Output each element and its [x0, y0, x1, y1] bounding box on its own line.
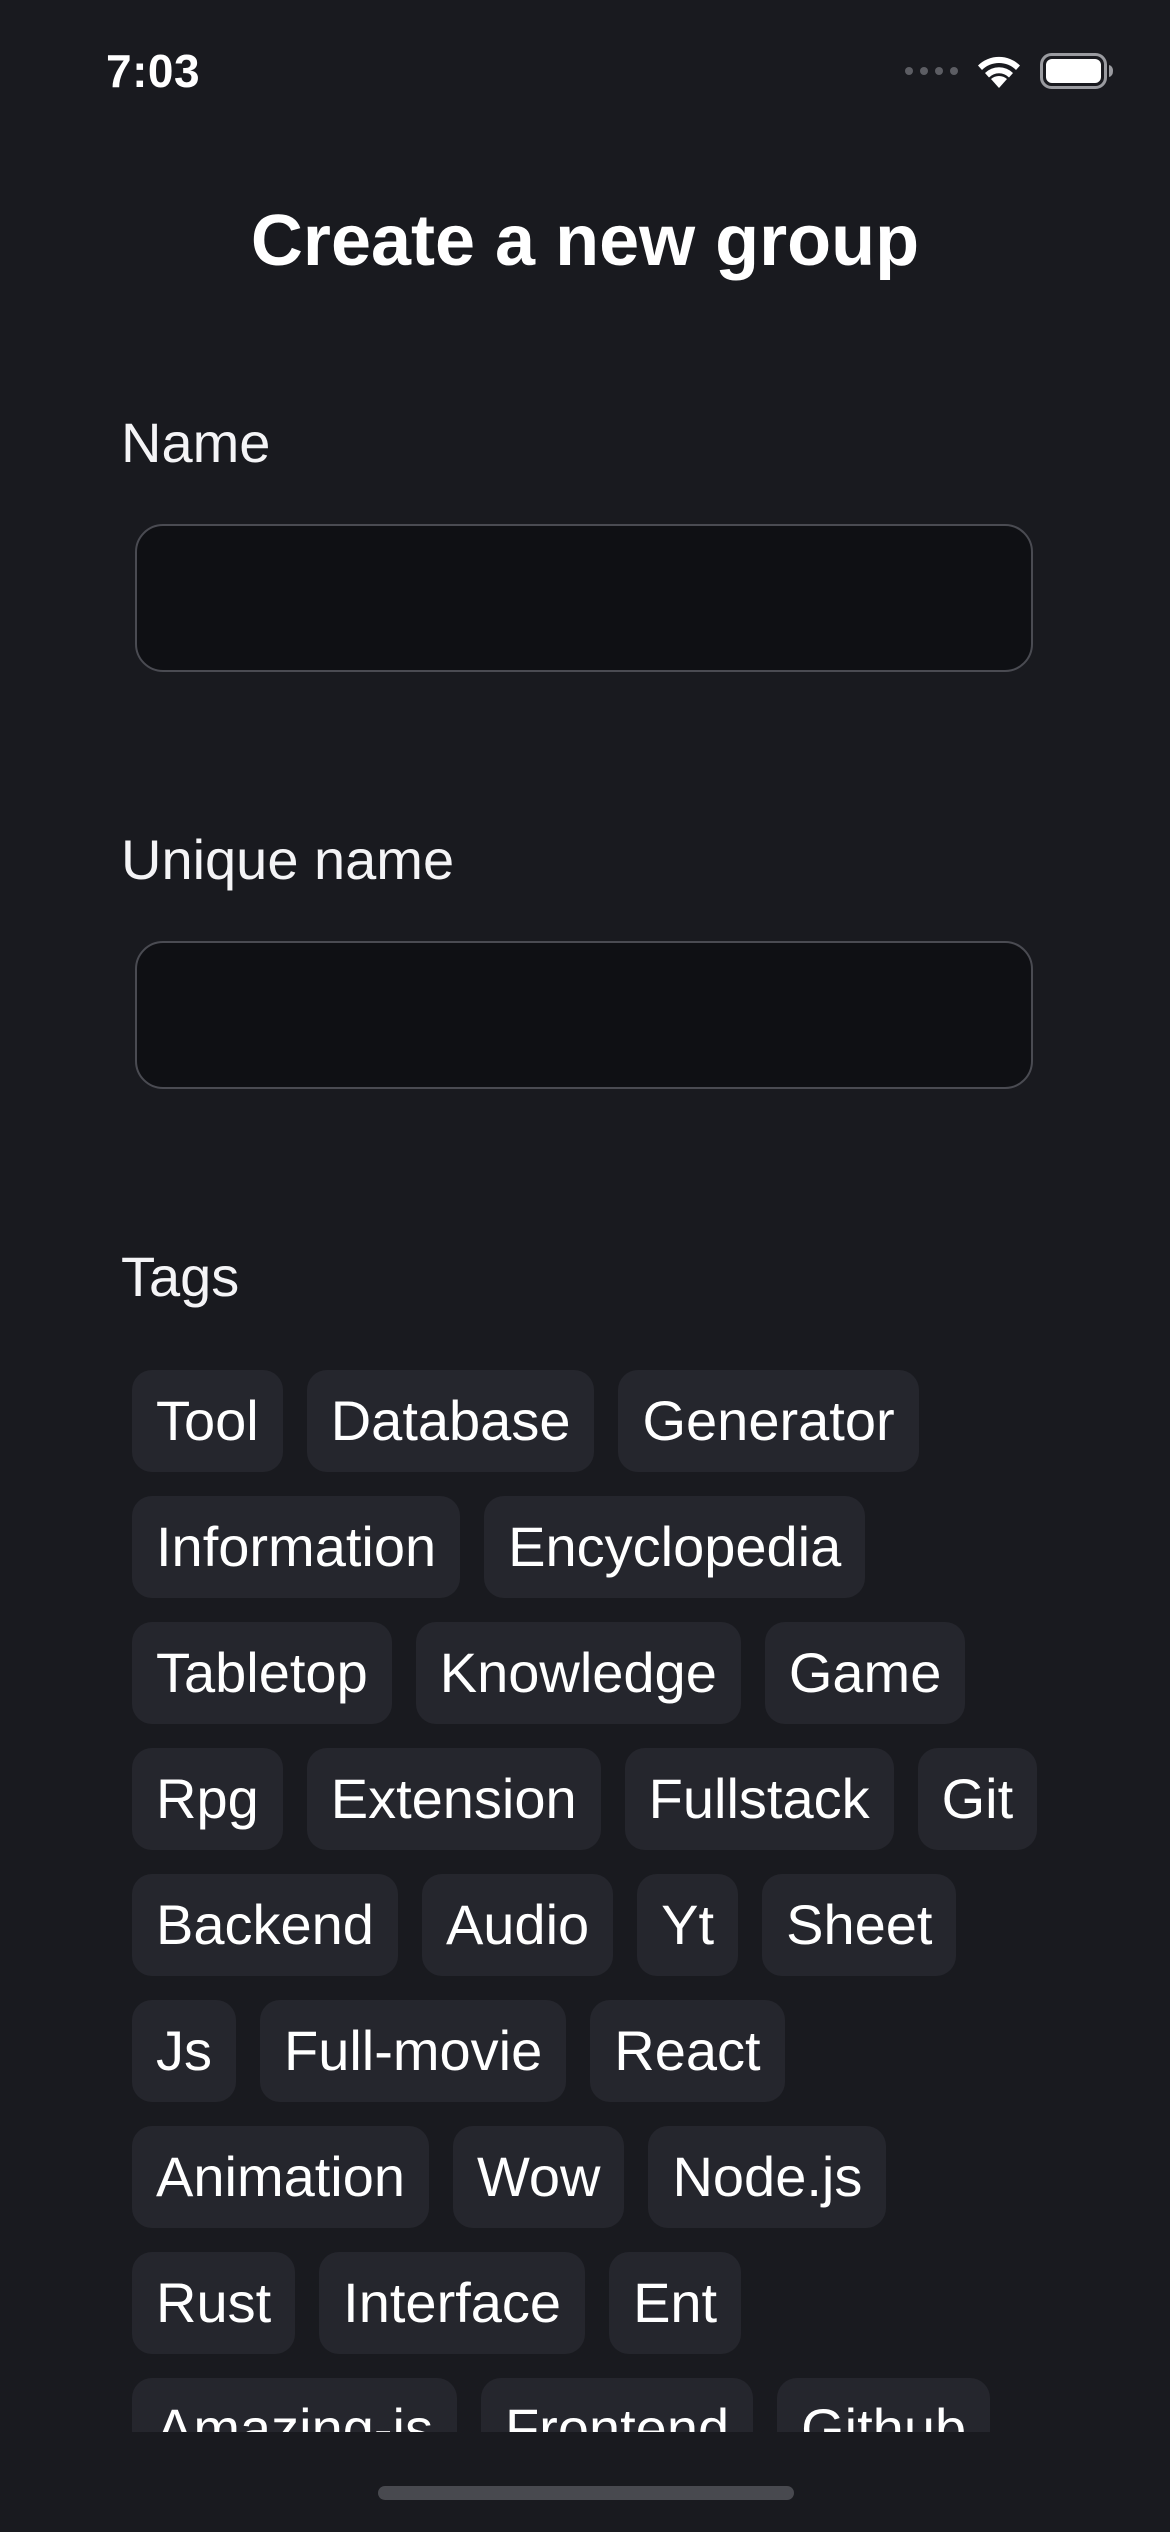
- status-icons: [905, 52, 1114, 90]
- tag-chip[interactable]: Js: [132, 2000, 236, 2102]
- status-bar: 7:03: [0, 0, 1170, 140]
- tag-chip[interactable]: Rpg: [132, 1748, 283, 1850]
- tag-chip[interactable]: Wow: [453, 2126, 625, 2228]
- tags-list[interactable]: Tool Database Generator Information Encyclop…: [132, 1370, 1052, 2432]
- tag-chip[interactable]: Full-movie: [260, 2000, 567, 2102]
- tag-chip[interactable]: Game: [764, 1622, 966, 1724]
- tag-chip[interactable]: Interface: [319, 2252, 586, 2354]
- tag-chip[interactable]: Yt: [637, 1874, 739, 1976]
- tag-chip[interactable]: Tabletop: [132, 1622, 392, 1724]
- tag-chip[interactable]: Sheet: [762, 1874, 957, 1976]
- unique-name-label: Unique name: [121, 828, 455, 891]
- tag-chip[interactable]: Ent: [609, 2252, 742, 2354]
- tag-chip[interactable]: Database: [306, 1370, 595, 1472]
- tag-chip[interactable]: Animation: [132, 2126, 430, 2228]
- tag-chip[interactable]: Tool: [132, 1370, 283, 1472]
- tag-chip[interactable]: Github: [777, 2378, 991, 2432]
- tag-chip[interactable]: React: [590, 2000, 785, 2102]
- tag-chip[interactable]: Rust: [132, 2252, 296, 2354]
- tags-wrap: Tool Database Generator Information Encyclop…: [132, 1370, 1052, 2432]
- tag-chip[interactable]: Extension: [306, 1748, 601, 1850]
- status-time: 7:03: [106, 45, 201, 97]
- tag-chip[interactable]: Git: [917, 1748, 1038, 1850]
- signal-dots-icon: [905, 67, 958, 75]
- tag-chip[interactable]: Audio: [421, 1874, 614, 1976]
- tag-chip[interactable]: Knowledge: [415, 1622, 741, 1724]
- tag-chip[interactable]: Information: [132, 1496, 461, 1598]
- home-indicator[interactable]: [378, 2486, 794, 2500]
- tag-chip[interactable]: Frontend: [480, 2378, 754, 2432]
- unique-name-input[interactable]: [135, 941, 1033, 1089]
- tag-chip[interactable]: Amazing-js: [132, 2378, 457, 2432]
- tag-chip[interactable]: Node.js: [648, 2126, 887, 2228]
- tag-chip[interactable]: Backend: [132, 1874, 398, 1976]
- name-label: Name: [121, 411, 271, 474]
- tag-chip[interactable]: Fullstack: [624, 1748, 894, 1850]
- battery-icon: [1040, 53, 1113, 89]
- page-title: Create a new group: [250, 201, 920, 281]
- tag-chip[interactable]: Generator: [618, 1370, 919, 1472]
- tag-chip[interactable]: Encyclopedia: [484, 1496, 866, 1598]
- name-input[interactable]: [135, 524, 1033, 672]
- wifi-icon: [978, 56, 1020, 88]
- tags-label: Tags: [121, 1245, 240, 1308]
